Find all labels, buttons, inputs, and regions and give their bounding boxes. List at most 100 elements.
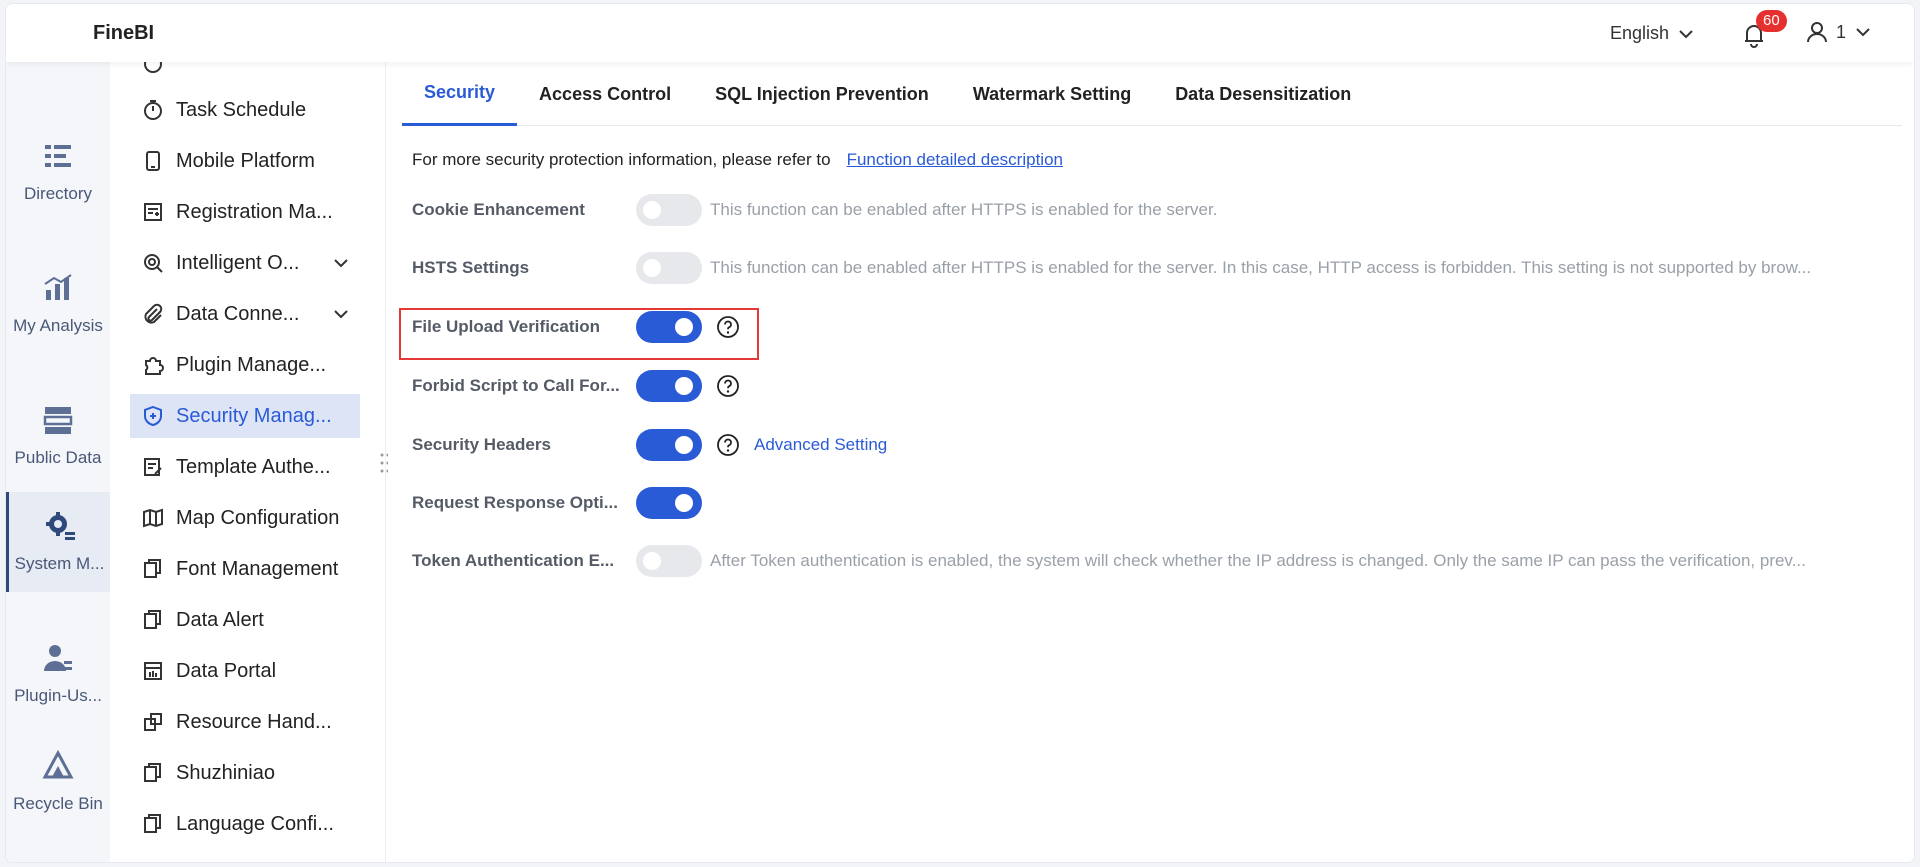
user-menu[interactable]: 1 xyxy=(1806,21,1872,43)
sub-item-data-connection[interactable]: Data Conne... xyxy=(130,292,360,336)
user-icon xyxy=(1807,22,1827,43)
shield-icon xyxy=(144,405,162,427)
security-headers-toggle[interactable] xyxy=(636,429,702,461)
left-rail: Directory My Analysis Public Data System… xyxy=(6,62,110,862)
document-icon xyxy=(144,559,161,578)
setting-label: Request Response Opti... xyxy=(412,493,618,512)
paperclip-icon xyxy=(144,303,163,324)
rail-label: System M... xyxy=(14,554,105,573)
main-content: Security Access Control SQL Injection Pr… xyxy=(388,62,1914,862)
registration-icon xyxy=(144,203,162,221)
setting-row-security-headers: Security Headers Advanced Setting xyxy=(412,428,1892,462)
intro-line: For more security protection information… xyxy=(412,150,1063,170)
setting-row-hsts: HSTS Settings This function can be enabl… xyxy=(412,251,1892,285)
function-description-link[interactable]: Function detailed description xyxy=(847,150,1063,170)
mobile-icon xyxy=(146,151,160,171)
intro-text: For more security protection information… xyxy=(412,150,831,169)
rail-item-directory[interactable]: Directory xyxy=(6,122,110,222)
rail-label: Public Data xyxy=(14,448,102,467)
sub-item-map-configuration[interactable]: Map Configuration xyxy=(130,496,360,540)
document-icon xyxy=(144,814,161,833)
portal-icon xyxy=(144,662,162,680)
sub-item-shuzhiniao[interactable]: Shuzhiniao xyxy=(130,751,360,795)
setting-description: This function can be enabled after HTTPS… xyxy=(710,200,1218,219)
setting-row-token-auth: Token Authentication E... After Token au… xyxy=(412,544,1892,578)
notification-badge: 60 xyxy=(1756,10,1787,32)
tab-security[interactable]: Security xyxy=(402,62,518,126)
setting-label: HSTS Settings xyxy=(412,258,530,277)
setting-row-forbid-script: Forbid Script to Call For... xyxy=(412,369,1892,403)
document-icon xyxy=(144,610,161,629)
language-selector[interactable]: English xyxy=(1610,23,1695,44)
app-logo: FineBI xyxy=(93,22,155,44)
chevron-down-icon xyxy=(334,310,348,319)
rail-label: Plugin-Us... xyxy=(14,686,102,705)
document-icon xyxy=(144,763,161,782)
chevron-down-icon xyxy=(334,259,348,268)
setting-row-file-upload: File Upload Verification xyxy=(412,310,1892,344)
rail-label: Directory xyxy=(23,184,92,203)
language-label: English xyxy=(1610,23,1670,43)
rail-item-system-management[interactable]: System M... xyxy=(6,492,110,592)
app-window: FineBI English 60 1 Directory My Analysi… xyxy=(6,4,1914,862)
tab-data-desensitization[interactable]: Data Desensitization xyxy=(1153,62,1373,126)
sub-item-plugin-management[interactable]: Plugin Manage... xyxy=(130,343,360,387)
setting-label: Cookie Enhancement xyxy=(412,200,585,219)
sub-item-data-alert[interactable]: Data Alert xyxy=(130,598,360,642)
token-auth-toggle[interactable] xyxy=(636,545,702,577)
sub-item-template-auth[interactable]: Template Authe... xyxy=(130,445,360,489)
sub-item-task-schedule[interactable]: Task Schedule xyxy=(130,88,360,132)
chevron-down-icon xyxy=(1856,28,1870,37)
setting-description: After Token authentication is enabled, t… xyxy=(710,551,1806,570)
template-icon xyxy=(144,458,162,476)
setting-label: Security Headers xyxy=(412,435,551,454)
user-name: 1 xyxy=(1836,21,1847,42)
hsts-toggle[interactable] xyxy=(636,252,702,284)
rail-label: Recycle Bin xyxy=(13,794,103,813)
sub-item-language-config[interactable]: Language Confi... xyxy=(130,802,360,846)
user-icon xyxy=(44,645,72,671)
tab-access-control[interactable]: Access Control xyxy=(517,62,693,126)
top-header: FineBI English 60 1 xyxy=(6,4,1914,62)
timer-icon xyxy=(144,100,162,120)
security-tabs: Security Access Control SQL Injection Pr… xyxy=(402,62,1902,126)
rail-item-plugin-users[interactable]: Plugin-Us... xyxy=(6,624,110,724)
setting-row-cookie: Cookie Enhancement This function can be … xyxy=(412,193,1892,227)
schedule-icon xyxy=(144,62,162,73)
sub-item-data-portal[interactable]: Data Portal xyxy=(130,649,360,693)
rail-label: My Analysis xyxy=(13,316,103,335)
system-submenu: Task Schedule Mobile Platform Registrati… xyxy=(110,62,386,862)
gear-icon xyxy=(45,512,75,540)
map-icon xyxy=(143,508,163,528)
setting-label: File Upload Verification xyxy=(412,317,600,336)
rail-item-recycle-bin[interactable]: Recycle Bin xyxy=(6,732,110,832)
chevron-down-icon xyxy=(1679,29,1693,38)
directory-icon xyxy=(45,145,71,167)
intelligent-icon xyxy=(144,254,163,273)
cookie-toggle[interactable] xyxy=(636,194,702,226)
sub-item-mobile-platform[interactable]: Mobile Platform xyxy=(130,139,360,183)
sub-item-font-management[interactable]: Font Management xyxy=(130,547,360,591)
file-upload-toggle[interactable] xyxy=(636,311,702,343)
tab-sql-injection[interactable]: SQL Injection Prevention xyxy=(693,62,951,126)
setting-row-request-response: Request Response Opti... xyxy=(412,486,1892,520)
forbid-script-toggle[interactable] xyxy=(636,370,702,402)
sub-item-partial xyxy=(130,62,360,86)
sub-item-registration[interactable]: Registration Ma... xyxy=(130,190,360,234)
sub-item-resource-handover[interactable]: Resource Hand... xyxy=(130,700,360,744)
help-icon[interactable] xyxy=(716,315,740,339)
rail-item-public-data[interactable]: Public Data xyxy=(6,386,110,486)
sub-item-security-management[interactable]: Security Manag... xyxy=(130,394,360,438)
setting-description: This function can be enabled after HTTPS… xyxy=(710,258,1812,277)
advanced-setting-link[interactable]: Advanced Setting xyxy=(754,435,887,455)
tab-watermark[interactable]: Watermark Setting xyxy=(951,62,1153,126)
sub-item-intelligent-ops[interactable]: Intelligent O... xyxy=(130,241,360,285)
help-icon[interactable] xyxy=(716,433,740,457)
resource-icon xyxy=(144,713,162,731)
public-data-icon xyxy=(43,407,73,434)
rail-item-my-analysis[interactable]: My Analysis xyxy=(6,254,110,354)
puzzle-icon xyxy=(145,357,164,375)
request-response-toggle[interactable] xyxy=(636,487,702,519)
help-icon[interactable] xyxy=(716,374,740,398)
setting-label: Forbid Script to Call For... xyxy=(412,376,620,395)
